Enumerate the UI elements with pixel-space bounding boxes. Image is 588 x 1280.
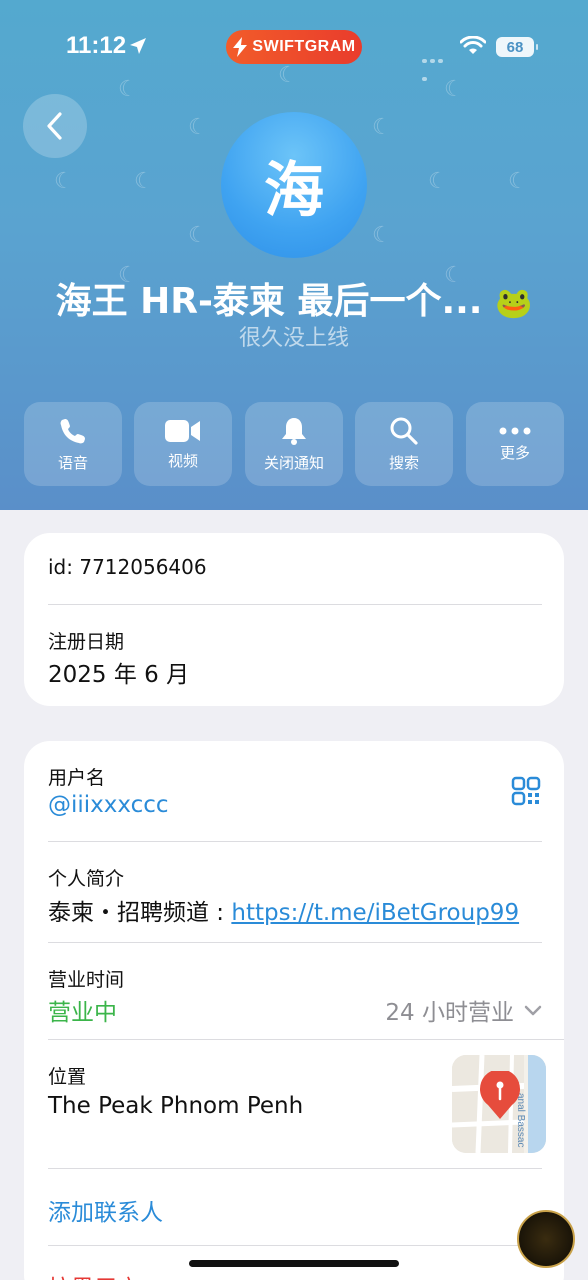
action-bar: 语音 视频 关闭通知 搜索 更多 <box>24 402 564 486</box>
hours-detail-toggle[interactable]: 24 小时营业 <box>385 993 542 1027</box>
search-button[interactable]: 搜索 <box>355 402 453 486</box>
registration-label: 注册日期 <box>48 631 125 653</box>
details-card: 用户名 @iiixxxccc 个人简介 泰柬・招聘频道 : https://t.… <box>24 741 564 1280</box>
swiftgram-badge: SWIFTGRAM <box>226 30 362 64</box>
mute-button[interactable]: 关闭通知 <box>245 402 343 486</box>
video-button[interactable]: 视频 <box>134 402 232 486</box>
search-icon <box>390 417 418 445</box>
hours-status: 营业中 <box>48 1000 117 1026</box>
home-indicator[interactable] <box>189 1260 399 1267</box>
phone-icon <box>60 418 85 443</box>
pattern-moon-icon: ☾ <box>278 62 298 87</box>
divider <box>48 1245 542 1246</box>
bolt-icon <box>233 37 248 57</box>
status-emoji-icon[interactable]: 🐸 <box>495 286 532 321</box>
chevron-down-icon <box>524 1005 542 1016</box>
video-label: 视频 <box>167 451 198 470</box>
pattern-moon-icon: ☾ <box>428 168 448 193</box>
pattern-moon-icon: ☾ <box>372 222 392 247</box>
block-user-button[interactable]: 拉黑用户 <box>48 1269 140 1280</box>
pattern-moon-icon: ☾ <box>118 76 138 101</box>
hours-detail: 24 小时营业 <box>385 1000 514 1026</box>
video-icon <box>165 419 200 442</box>
user-id[interactable]: id: 7712056406 <box>48 555 207 579</box>
location-value[interactable]: The Peak Phnom Penh <box>48 1093 303 1119</box>
divider <box>48 942 542 943</box>
more-icon <box>499 427 531 434</box>
back-button[interactable] <box>23 94 87 158</box>
more-button[interactable]: 更多 <box>466 402 564 486</box>
divider <box>48 1168 542 1169</box>
divider <box>48 604 542 605</box>
profile-name: 海王 HR-泰柬 最后一个... 🐸 <box>0 272 588 324</box>
divider <box>48 1039 564 1040</box>
battery-indicator: 68 <box>496 37 538 57</box>
pattern-moon-icon: ☾ <box>444 76 464 101</box>
more-label: 更多 <box>499 443 530 462</box>
info-card: id: 7712056406 注册日期 2025 年 6 月 <box>24 533 564 706</box>
bell-icon <box>282 417 306 445</box>
username-label: 用户名 <box>48 767 106 789</box>
chevron-left-icon <box>47 112 62 140</box>
pattern-moon-icon: ☾ <box>372 114 392 139</box>
pattern-moon-icon: ☾ <box>134 168 154 193</box>
call-label: 语音 <box>57 453 88 472</box>
qr-code-icon[interactable] <box>511 776 541 806</box>
search-label: 搜索 <box>388 453 419 472</box>
bio-link[interactable]: https://t.me/iBetGroup99 <box>231 900 519 926</box>
add-contact-button[interactable]: 添加联系人 <box>48 1193 163 1227</box>
watermark-logo <box>517 1210 575 1268</box>
pattern-moon-icon: ☾ <box>188 114 208 139</box>
pattern-moon-icon: ☾ <box>508 168 528 193</box>
location-arrow-icon <box>130 38 146 54</box>
mute-label: 关闭通知 <box>263 453 324 472</box>
bio-value: 泰柬・招聘频道 : https://t.me/iBetGroup99 <box>48 893 519 927</box>
pattern-moon-icon: ☾ <box>188 222 208 247</box>
username-value[interactable]: @iiixxxccc <box>48 792 169 818</box>
registration-value: 2025 年 6 月 <box>48 662 190 688</box>
map-pin-icon <box>480 1071 520 1119</box>
bio-label: 个人简介 <box>48 868 125 890</box>
swiftgram-label: SWIFTGRAM <box>252 38 356 55</box>
hours-label: 营业时间 <box>48 969 125 991</box>
divider <box>48 841 542 842</box>
pattern-moon-icon: ☾ <box>54 168 74 193</box>
profile-name-text: 海王 HR-泰柬 最后一个... <box>55 281 483 322</box>
last-seen-status: 很久没上线 <box>238 326 349 351</box>
status-time: 11:12 <box>66 32 127 59</box>
signal-icon <box>422 50 452 81</box>
profile-header: ☾ ☾ ☾ ☾ ☾ ☾ ☾ ☾ ☾ ☾ ☾ ☾ ☾ 11:12 SWIFTGRA… <box>0 0 588 510</box>
call-button[interactable]: 语音 <box>24 402 122 486</box>
wifi-icon <box>460 36 486 54</box>
location-label: 位置 <box>48 1066 87 1088</box>
avatar[interactable]: 海 <box>221 112 367 258</box>
bio-text: 泰柬・招聘频道 : <box>48 900 232 926</box>
location-map-thumbnail[interactable]: anal Bassac <box>452 1055 546 1153</box>
